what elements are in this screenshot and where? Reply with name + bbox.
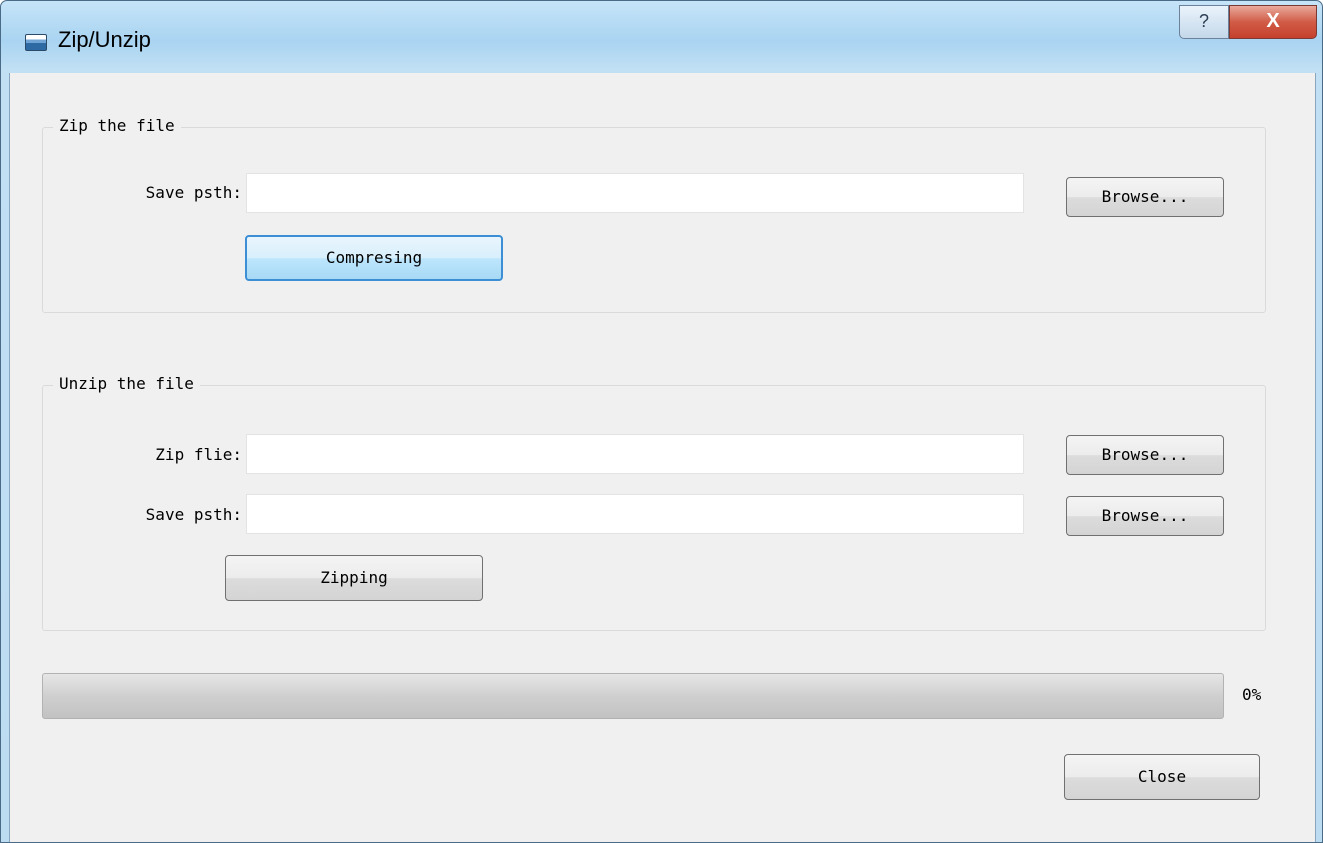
zip-file-label: Zip flie: xyxy=(155,445,242,464)
window-title: Zip/Unzip xyxy=(58,27,151,52)
zip-unzip-window: Zip/Unzip ? X Zip the file Save psth: Br… xyxy=(0,0,1323,843)
zip-file-input[interactable] xyxy=(246,434,1024,474)
compress-button[interactable]: Compresing xyxy=(245,235,503,281)
unzip-action-button[interactable]: Zipping xyxy=(225,555,483,601)
close-button[interactable]: Close xyxy=(1064,754,1260,800)
window-close-button[interactable]: X xyxy=(1229,5,1317,39)
dialog-client-area: Zip the file Save psth: Browse... Compre… xyxy=(9,73,1316,842)
help-button[interactable]: ? xyxy=(1179,5,1229,39)
zip-group-title: Zip the file xyxy=(53,116,181,135)
zip-save-path-input[interactable] xyxy=(246,173,1024,213)
zip-file-browse-button[interactable]: Browse... xyxy=(1066,435,1224,475)
unzip-save-browse-button[interactable]: Browse... xyxy=(1066,496,1224,536)
zip-browse-button[interactable]: Browse... xyxy=(1066,177,1224,217)
zip-save-path-label: Save psth: xyxy=(145,183,242,202)
unzip-group-title: Unzip the file xyxy=(53,374,200,393)
progress-percent-label: 0% xyxy=(1242,685,1262,704)
zip-groupbox: Zip the file xyxy=(42,116,1266,313)
unzip-save-path-label: Save psth: xyxy=(145,505,242,524)
unzip-save-path-input[interactable] xyxy=(246,494,1024,534)
progress-bar xyxy=(42,673,1224,719)
title-bar[interactable]: Zip/Unzip ? X xyxy=(1,1,1322,73)
app-window-icon xyxy=(25,34,47,51)
